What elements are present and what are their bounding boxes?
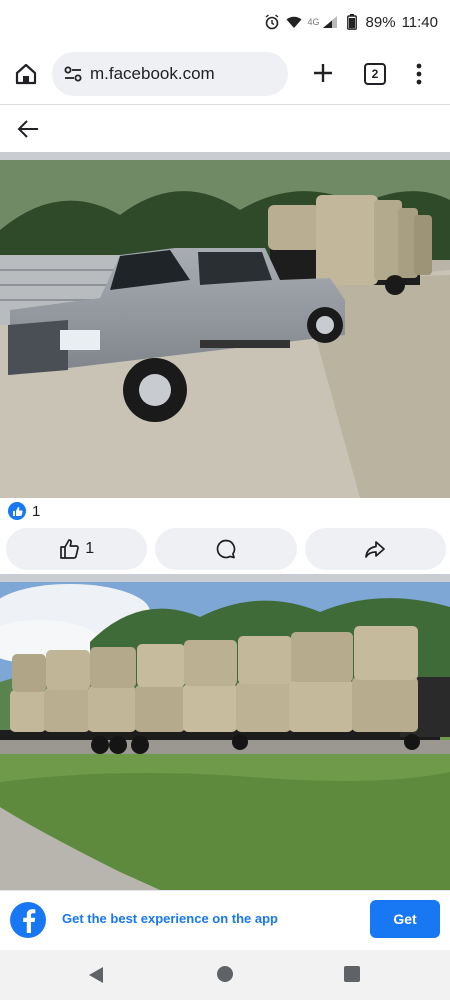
battery-percent: 89% bbox=[365, 13, 396, 31]
post-photo-hay-trailer[interactable] bbox=[0, 582, 450, 890]
browser-toolbar: m.facebook.com 2 bbox=[0, 44, 450, 104]
wifi-icon bbox=[286, 14, 302, 30]
reaction-summary[interactable]: 1 bbox=[8, 500, 40, 522]
back-arrow-icon[interactable] bbox=[16, 118, 40, 140]
like-count: 1 bbox=[85, 540, 95, 557]
thumbs-up-icon bbox=[60, 539, 80, 559]
like-button[interactable]: 1 bbox=[6, 528, 148, 570]
tab-switcher-button[interactable]: 2 bbox=[364, 63, 386, 85]
facebook-logo-icon bbox=[10, 902, 46, 938]
reaction-count: 1 bbox=[32, 502, 41, 520]
nav-home-icon[interactable] bbox=[217, 966, 233, 982]
battery-icon bbox=[344, 14, 360, 30]
share-button[interactable] bbox=[304, 528, 446, 570]
home-icon[interactable] bbox=[13, 61, 39, 87]
site-settings-icon[interactable] bbox=[62, 63, 84, 85]
alarm-icon bbox=[264, 14, 280, 30]
banner-text: Get the best experience on the app bbox=[62, 911, 278, 926]
get-app-button[interactable]: Get bbox=[370, 900, 440, 938]
section-separator bbox=[0, 152, 450, 160]
address-bar[interactable]: m.facebook.com bbox=[52, 52, 288, 96]
more-vert-icon[interactable] bbox=[410, 61, 428, 87]
toolbar-divider bbox=[0, 104, 450, 105]
url-text: m.facebook.com bbox=[90, 64, 215, 83]
nav-recents-icon[interactable] bbox=[344, 966, 360, 982]
nav-back-icon[interactable] bbox=[88, 966, 104, 984]
clock-time: 11:40 bbox=[401, 13, 438, 31]
signal-icon bbox=[322, 14, 338, 30]
open-in-app-banner: Get the best experience on the app Get bbox=[0, 890, 450, 948]
post-actions: 1 bbox=[6, 528, 446, 570]
like-reaction-icon bbox=[8, 502, 26, 520]
share-icon bbox=[365, 541, 386, 558]
page-header bbox=[0, 106, 450, 152]
tab-count: 2 bbox=[371, 67, 379, 81]
post-photo-truck[interactable] bbox=[0, 160, 450, 498]
comment-button[interactable] bbox=[155, 528, 297, 570]
status-bar: 4G 89% 11:40 bbox=[0, 0, 450, 44]
post-separator bbox=[0, 574, 450, 582]
network-type: 4G bbox=[307, 17, 320, 27]
system-nav-bar bbox=[0, 950, 450, 1000]
comment-icon bbox=[216, 539, 236, 559]
new-tab-icon[interactable] bbox=[310, 60, 336, 86]
